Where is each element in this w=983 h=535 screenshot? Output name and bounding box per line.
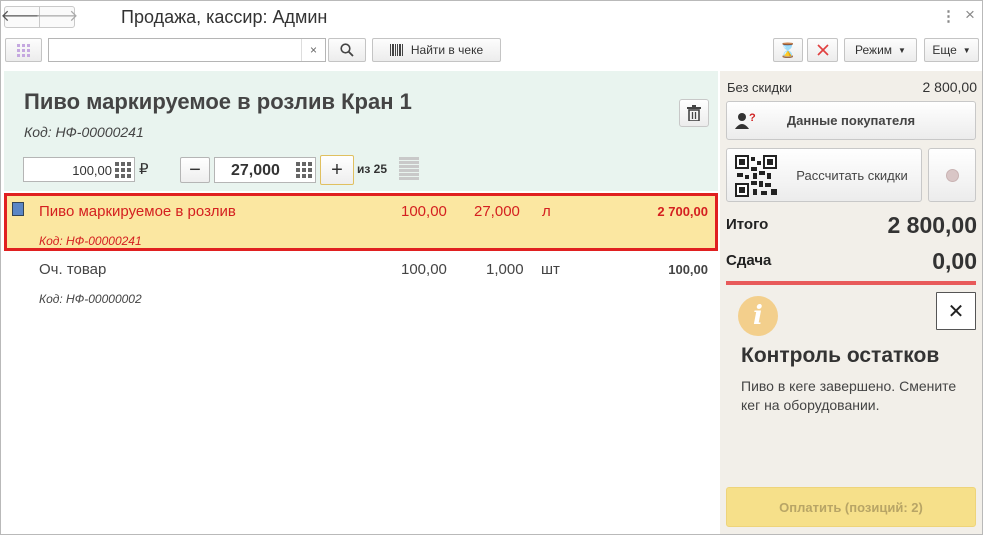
caret-down-icon: ▼: [898, 45, 906, 55]
status-dot-icon: [946, 169, 959, 182]
info-icon: i: [738, 296, 778, 336]
notice-title: Контроль остатков: [741, 344, 940, 367]
product-code: Код: НФ-00000241: [24, 124, 144, 140]
caret-down-icon: ▼: [962, 45, 971, 55]
clear-search-button[interactable]: ×: [301, 39, 325, 61]
row-sum: 100,00: [668, 262, 708, 277]
mode-dropdown[interactable]: Режим ▼: [844, 38, 917, 62]
currency-symbol: ₽: [139, 161, 149, 178]
increase-quantity-button[interactable]: +: [320, 155, 354, 185]
receipt-row-selected[interactable]: Пиво маркируемое в розлив 100,00 27,000 …: [4, 193, 718, 251]
current-item-panel: Пиво маркируемое в розлив Кран 1 Код: НФ…: [4, 71, 718, 191]
pay-button[interactable]: Оплатить (позиций: 2): [726, 487, 976, 527]
barrel-stack-icon: [399, 157, 419, 180]
extra-action-button[interactable]: [928, 148, 976, 202]
stock-count-label: из 25: [357, 162, 388, 176]
keypad-icon[interactable]: [114, 161, 132, 179]
hourglass-icon: ⌛: [779, 41, 797, 58]
close-notice-button[interactable]: ✕: [936, 292, 976, 330]
hourglass-button[interactable]: ⌛: [773, 38, 803, 62]
close-icon: ✕: [947, 300, 965, 323]
customer-icon: ?: [735, 112, 756, 129]
row-qty: 27,000: [474, 203, 520, 220]
total-value: 2 800,00: [887, 212, 977, 238]
product-name: Пиво маркируемое в розлив Кран 1: [24, 89, 412, 114]
marked-product-icon: [12, 202, 24, 216]
arrow-right-icon: 🡒: [35, 8, 79, 25]
customer-data-label: Данные покупателя: [786, 113, 916, 128]
search-icon: [340, 43, 354, 57]
row-qty: 1,000: [486, 261, 524, 278]
search-button[interactable]: [328, 38, 366, 62]
more-vertical-icon[interactable]: ⋮: [941, 7, 956, 25]
barcode-icon: [389, 44, 403, 56]
quantity-field[interactable]: 27,000: [214, 157, 316, 183]
row-code: Код: НФ-00000241: [39, 234, 142, 248]
more-label: Еще: [932, 43, 957, 57]
pay-label: Оплатить (позиций: 2): [779, 499, 923, 515]
status-divider: [726, 281, 976, 285]
no-discount-label: Без скидки: [727, 80, 793, 95]
window-title: Продажа, кассир: Админ: [121, 7, 328, 27]
grid-icon: [16, 43, 31, 58]
quantity-value: 27,000: [231, 162, 280, 179]
change-label: Сдача: [726, 252, 772, 269]
calc-discounts-label: Рассчитать скидки: [796, 167, 908, 183]
cancel-x-icon: [816, 44, 829, 56]
row-name: Оч. товар: [39, 261, 107, 278]
decrease-quantity-button[interactable]: −: [180, 157, 210, 183]
payment-panel: Без скидки 2 800,00 ? Данные покупателя …: [720, 71, 982, 534]
customer-data-button[interactable]: ? Данные покупателя: [726, 101, 976, 140]
row-price: 100,00: [401, 203, 447, 220]
notice-text: Пиво в кеге завершено. Смените кег на об…: [741, 378, 957, 413]
forward-button[interactable]: 🡒: [36, 6, 78, 28]
search-input[interactable]: ×: [48, 38, 326, 62]
mode-label: Режим: [855, 43, 893, 57]
row-unit: л: [542, 203, 551, 220]
minus-icon: −: [189, 158, 201, 181]
price-value: 100,00: [72, 163, 112, 178]
row-code: Код: НФ-00000002: [39, 292, 142, 306]
more-dropdown[interactable]: Еще ▼: [924, 38, 979, 62]
receipt-row[interactable]: Оч. товар 100,00 1,000 шт 100,00 Код: НФ…: [4, 255, 718, 313]
find-in-receipt-button[interactable]: Найти в чеке: [372, 38, 501, 62]
qr-code-icon: [735, 155, 777, 197]
svg-text:?: ?: [749, 112, 756, 124]
calc-discounts-button[interactable]: Рассчитать скидки: [726, 148, 922, 202]
keypad-icon[interactable]: [295, 161, 313, 179]
plus-icon: +: [331, 158, 343, 181]
row-sum: 2 700,00: [657, 204, 708, 219]
no-discount-value: 2 800,00: [922, 79, 978, 95]
row-name: Пиво маркируемое в розлив: [39, 203, 236, 220]
layout-button[interactable]: [5, 38, 42, 62]
price-field[interactable]: 100,00: [23, 157, 135, 182]
cancel-button[interactable]: [807, 38, 838, 62]
row-price: 100,00: [401, 261, 447, 278]
close-window-icon[interactable]: ×: [965, 5, 975, 25]
find-in-receipt-label: Найти в чеке: [410, 43, 484, 57]
app-window: 🡐 🡒 Продажа, кассир: Админ ⋮ × × Найти в…: [0, 0, 983, 535]
trash-icon: [687, 105, 701, 121]
delete-item-button[interactable]: [679, 99, 709, 127]
clear-icon: ×: [309, 43, 317, 57]
total-label: Итого: [726, 216, 769, 233]
row-unit: шт: [541, 261, 560, 278]
change-value: 0,00: [932, 248, 977, 274]
